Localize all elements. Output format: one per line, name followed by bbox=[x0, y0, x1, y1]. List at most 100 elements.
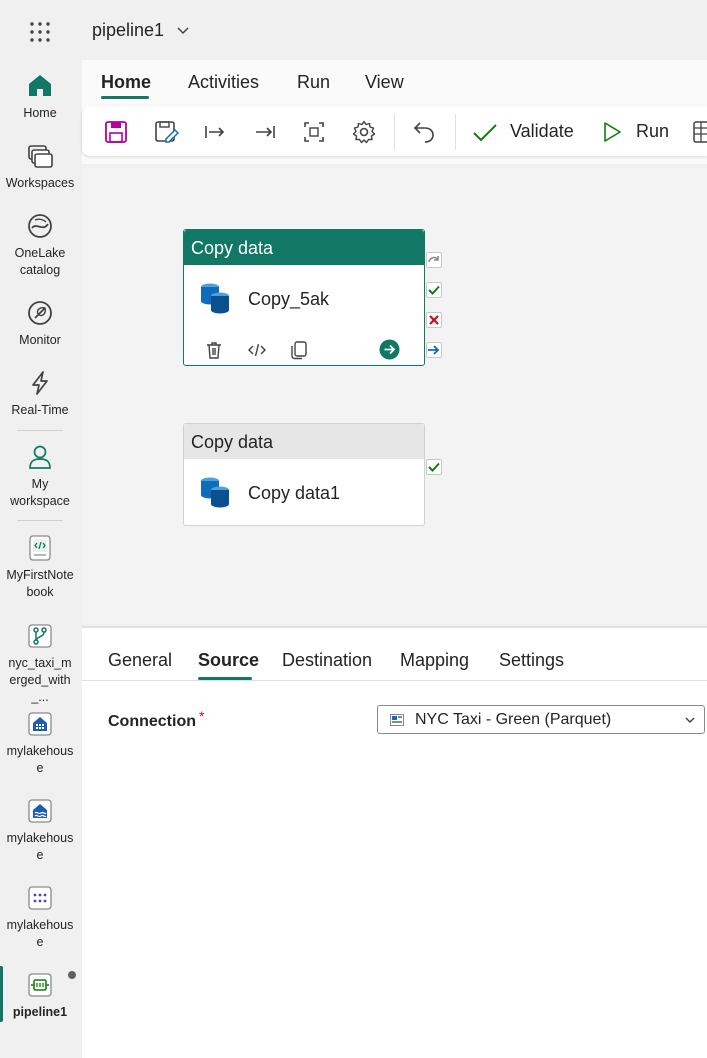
connection-type-icon bbox=[390, 714, 404, 726]
app-launcher-icon[interactable] bbox=[28, 20, 52, 44]
rail-item-workspaces[interactable]: Workspaces bbox=[0, 142, 80, 192]
failure-x-icon bbox=[429, 315, 439, 325]
code-icon[interactable] bbox=[247, 340, 267, 360]
monitor-icon bbox=[28, 301, 52, 325]
arrow-right-circle-icon[interactable] bbox=[379, 339, 400, 360]
rail-item-my-workspace[interactable]: My workspace bbox=[0, 443, 80, 510]
pipeline-branch-icon bbox=[28, 624, 52, 648]
toolbar-divider bbox=[394, 114, 395, 150]
rail-item-myfirstnotebook[interactable]: MyFirstNotebook bbox=[0, 534, 80, 601]
rail-item-label: My workspace bbox=[10, 477, 70, 508]
workspaces-icon bbox=[28, 145, 53, 168]
connection-value: NYC Taxi - Green (Parquet) bbox=[415, 711, 612, 728]
tab-selected-indicator bbox=[101, 96, 149, 99]
lightning-icon bbox=[32, 371, 48, 395]
rail-item-label: Home bbox=[23, 106, 57, 120]
dots-grid-icon bbox=[28, 886, 52, 910]
copy-data-icon bbox=[201, 283, 229, 314]
pipeline-icon bbox=[28, 973, 52, 997]
save-icon[interactable] bbox=[103, 119, 129, 145]
rail-item-label: mylakehouse bbox=[6, 744, 74, 775]
activity-type-label: Copy data bbox=[184, 424, 424, 459]
connection-select[interactable]: NYC Taxi - Green (Parquet) bbox=[377, 705, 705, 734]
delete-icon[interactable] bbox=[204, 340, 224, 360]
rail-item-label: Monitor bbox=[19, 333, 61, 347]
rail-item-label: OneLake catalog bbox=[14, 246, 66, 277]
rail-item-home[interactable]: Home bbox=[0, 72, 80, 122]
toolbar-divider bbox=[455, 114, 456, 150]
rail-divider bbox=[17, 430, 63, 431]
rail-item-onelake-catalog[interactable]: OneLake catalog bbox=[0, 212, 80, 279]
person-icon bbox=[29, 445, 51, 469]
rail-item-real-time[interactable]: Real-Time bbox=[0, 369, 80, 419]
pipeline-title[interactable]: pipeline1 bbox=[92, 20, 164, 41]
tab-run[interactable]: Run bbox=[297, 72, 330, 93]
rail-item-pipeline1[interactable]: pipeline1 bbox=[0, 971, 80, 1021]
rail-item-label: pipeline1 bbox=[12, 1005, 68, 1019]
success-port[interactable] bbox=[426, 282, 442, 298]
move-to-icon[interactable] bbox=[202, 119, 228, 145]
validate-check-icon[interactable] bbox=[472, 119, 498, 145]
activity-name: Copy data1 bbox=[248, 483, 341, 503]
chevron-down-icon[interactable] bbox=[176, 24, 190, 38]
onelake-icon bbox=[28, 214, 52, 238]
gear-icon[interactable] bbox=[351, 119, 377, 145]
activity-body: Copy data1 bbox=[198, 474, 418, 514]
required-marker: * bbox=[199, 708, 205, 724]
rail-item-label: mylakehouse bbox=[6, 831, 74, 862]
toolbar: Validate Run bbox=[82, 106, 707, 156]
activity-copy-data-selected[interactable]: Copy data Copy_5ak bbox=[183, 229, 425, 366]
activity-copy-data[interactable]: Copy data Copy data1 bbox=[183, 423, 425, 526]
notebook-icon bbox=[29, 535, 51, 561]
chevron-down-icon bbox=[685, 717, 695, 723]
arrow-to-end-icon[interactable] bbox=[252, 119, 278, 145]
rail-item-mylakehouse-3[interactable]: mylakehouse bbox=[0, 884, 80, 951]
lakehouse-icon bbox=[28, 712, 52, 736]
rail-item-nyc-taxi-merged[interactable]: nyc_taxi_merged_with_... bbox=[0, 622, 80, 706]
success-check-icon bbox=[428, 462, 440, 472]
completion-port[interactable] bbox=[426, 342, 442, 358]
run-button[interactable]: Run bbox=[636, 121, 669, 142]
fit-to-screen-icon[interactable] bbox=[301, 119, 327, 145]
run-play-icon[interactable] bbox=[599, 119, 625, 145]
rail-item-mylakehouse-2[interactable]: mylakehouse bbox=[0, 797, 80, 864]
tab-destination[interactable]: Destination bbox=[282, 650, 372, 671]
undo-icon[interactable] bbox=[411, 119, 437, 145]
tab-view[interactable]: View bbox=[365, 72, 404, 93]
connection-label: Connection * bbox=[108, 708, 204, 731]
copy-data-icon bbox=[201, 477, 229, 508]
activity-type-label: Copy data bbox=[184, 230, 424, 265]
lakehouse-icon bbox=[28, 799, 52, 823]
rail-item-label: Workspaces bbox=[5, 176, 75, 190]
home-icon bbox=[29, 75, 51, 96]
properties-panel: General Source Destination Mapping Setti… bbox=[82, 626, 707, 1058]
tab-source[interactable]: Source bbox=[198, 650, 259, 671]
copy-icon[interactable] bbox=[289, 340, 309, 360]
rail-item-label: mylakehouse bbox=[6, 918, 74, 949]
validate-button[interactable]: Validate bbox=[510, 121, 574, 142]
tab-divider bbox=[82, 680, 707, 681]
connection-label-text: Connection bbox=[108, 713, 196, 730]
rail-item-monitor[interactable]: Monitor bbox=[0, 299, 80, 349]
rail-item-mylakehouse-1[interactable]: mylakehouse bbox=[0, 710, 80, 777]
failure-port[interactable] bbox=[426, 312, 442, 328]
tab-mapping[interactable]: Mapping bbox=[400, 650, 469, 671]
main-area: pipeline1 Home Activities Run View Valid… bbox=[82, 0, 707, 1058]
rail-item-label: nyc_taxi_merged_with_... bbox=[8, 656, 72, 704]
activity-name: Copy_5ak bbox=[248, 289, 330, 309]
view-run-history-icon[interactable] bbox=[691, 119, 707, 145]
skip-arrow-icon bbox=[428, 256, 439, 263]
rail-item-label: MyFirstNotebook bbox=[6, 568, 74, 599]
tab-home[interactable]: Home bbox=[101, 72, 151, 93]
success-check-icon bbox=[428, 285, 440, 295]
completion-arrow-icon bbox=[428, 345, 440, 355]
activity-body: Copy_5ak bbox=[198, 280, 418, 320]
skip-port[interactable] bbox=[426, 252, 442, 268]
tab-general[interactable]: General bbox=[108, 650, 172, 671]
tab-settings[interactable]: Settings bbox=[499, 650, 564, 671]
save-as-icon[interactable] bbox=[153, 119, 179, 145]
rail-divider bbox=[17, 520, 63, 521]
rail-item-label: Real-Time bbox=[11, 403, 69, 417]
tab-activities[interactable]: Activities bbox=[188, 72, 259, 93]
success-port[interactable] bbox=[426, 459, 442, 475]
